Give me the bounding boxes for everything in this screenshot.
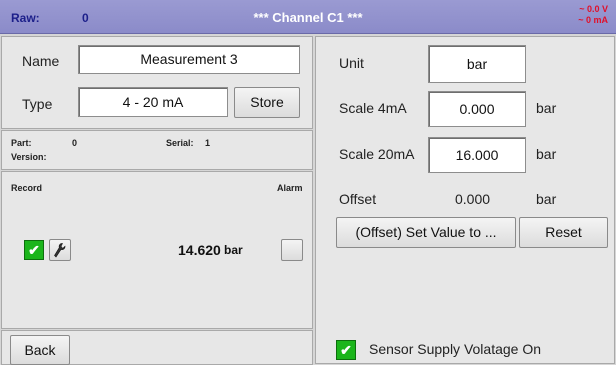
unit-label: Unit [339, 55, 364, 71]
back-button[interactable]: Back [10, 335, 70, 365]
scale20-unit: bar [536, 146, 557, 162]
sensor-supply-checkbox[interactable]: ✔ [336, 340, 356, 360]
offset-label: Offset [339, 191, 377, 207]
header-bar: Raw: 0 *** Channel C1 *** ~ 0.0 V ~ 0 mA [0, 0, 616, 34]
name-field[interactable]: Measurement 3 [78, 45, 300, 74]
serial-label: Serial: [166, 138, 194, 148]
scale4-field[interactable]: 0.000 [428, 91, 526, 127]
record-panel: Record Alarm ✔ 14.620 bar [1, 171, 313, 329]
record-checkbox[interactable]: ✔ [24, 240, 44, 260]
reading-value: 14.620 [178, 242, 221, 258]
footer-area: Back [1, 330, 313, 365]
type-field[interactable]: 4 - 20 mA [78, 87, 228, 117]
type-label: Type [22, 96, 53, 112]
alarm-label: Alarm [277, 183, 303, 193]
scale4-unit: bar [536, 100, 557, 116]
part-label: Part: [11, 138, 32, 148]
reading-unit: bar [224, 243, 243, 257]
offset-unit: bar [536, 191, 557, 207]
record-label: Record [11, 183, 43, 193]
status-readout: ~ 0.0 V ~ 0 mA [578, 4, 608, 26]
reset-button[interactable]: Reset [519, 217, 608, 248]
wrench-icon [54, 243, 66, 258]
status-current: ~ 0 mA [578, 15, 608, 25]
page-title: *** Channel C1 *** [253, 10, 363, 25]
serial-value: 1 [205, 138, 211, 148]
unit-field[interactable]: bar [428, 45, 526, 83]
device-info-panel: Part: 0 Serial: 1 Version: [1, 130, 313, 170]
scale4-label: Scale 4mA [339, 100, 407, 116]
name-label: Name [22, 53, 60, 69]
offset-value: 0.000 [455, 191, 491, 207]
scale20-label: Scale 20mA [339, 146, 415, 162]
store-button[interactable]: Store [234, 87, 300, 118]
version-label: Version: [11, 152, 47, 162]
checkmark-icon: ✔ [28, 242, 40, 258]
scale20-field[interactable]: 16.000 [428, 137, 526, 173]
status-voltage: ~ 0.0 V [579, 4, 608, 14]
set-offset-button[interactable]: (Offset) Set Value to ... [336, 217, 516, 248]
sensor-supply-label: Sensor Supply Volatage On [369, 341, 542, 357]
alarm-button[interactable] [281, 239, 303, 261]
part-value: 0 [72, 138, 78, 148]
name-type-panel: Name Measurement 3 Type 4 - 20 mA Store [1, 36, 313, 129]
checkmark-icon: ✔ [340, 342, 352, 358]
scaling-panel: Unit bar Scale 4mA 0.000 bar Scale 20mA … [315, 36, 615, 364]
record-settings-button[interactable] [49, 239, 71, 261]
